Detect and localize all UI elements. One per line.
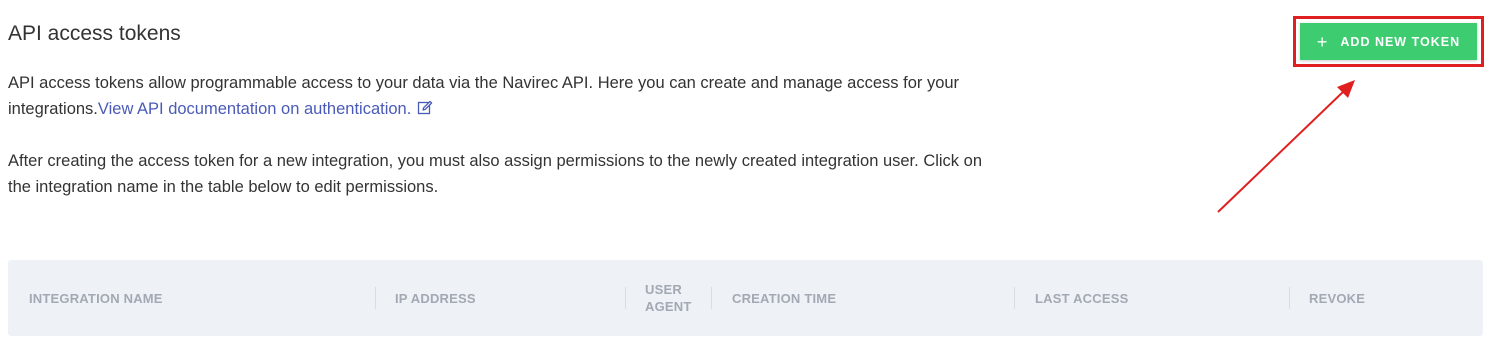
column-creation-time[interactable]: CREATION TIME: [732, 260, 836, 336]
column-user-agent[interactable]: USER AGENT: [645, 260, 695, 336]
column-separator: [375, 287, 376, 309]
column-last-access[interactable]: LAST ACCESS: [1035, 260, 1128, 336]
column-revoke[interactable]: REVOKE: [1309, 260, 1365, 336]
column-separator: [1014, 287, 1015, 309]
column-integration-name[interactable]: INTEGRATION NAME: [29, 260, 163, 336]
column-separator: [625, 287, 626, 309]
column-separator: [711, 287, 712, 309]
column-ip-address[interactable]: IP ADDRESS: [395, 260, 476, 336]
column-separator: [1289, 287, 1290, 309]
api-tokens-page: API access tokens API access tokens allo…: [0, 0, 1507, 342]
tokens-table-header: INTEGRATION NAME IP ADDRESS USER AGENT C…: [8, 260, 1483, 336]
